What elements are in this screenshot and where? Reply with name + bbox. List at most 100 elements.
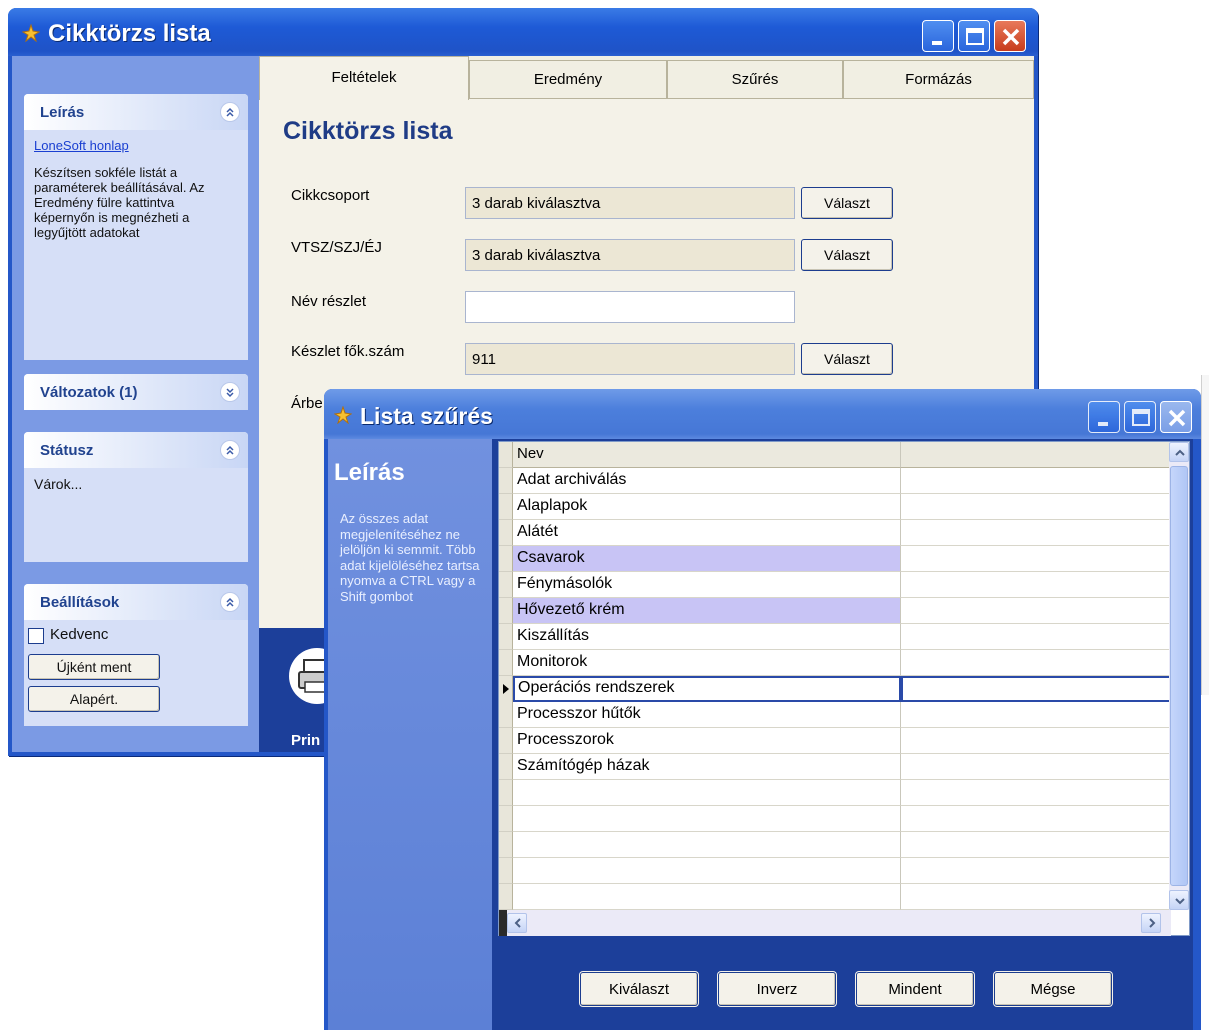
tab-szures[interactable]: Szűrés (667, 60, 843, 98)
save-new-button[interactable]: Újként ment (28, 654, 160, 680)
row-empty-cell[interactable] (901, 546, 1171, 572)
row-name-cell[interactable]: Processzorok (513, 728, 901, 754)
collapse-button[interactable] (220, 102, 240, 122)
horizontal-scrollbar[interactable] (499, 910, 1171, 936)
scroll-up-button[interactable] (1169, 442, 1189, 462)
default-button[interactable]: Alapért. (28, 686, 160, 712)
nev-reszlet-input[interactable] (465, 291, 795, 323)
row-name-cell[interactable]: Monitorok (513, 650, 901, 676)
maximize-button[interactable] (958, 20, 990, 52)
statusz-panel-title: Státusz (40, 442, 94, 459)
row-empty-cell (513, 780, 901, 806)
collapse-button[interactable] (220, 440, 240, 460)
row-name-cell[interactable]: Fénymásolók (513, 572, 901, 598)
scroll-right-button[interactable] (1141, 913, 1161, 933)
main-titlebar[interactable]: Cikktörzs lista (8, 8, 1038, 56)
statusz-panel-header[interactable]: Státusz (24, 432, 248, 468)
leiras-panel-header[interactable]: Leírás (24, 94, 248, 130)
cikkcsoport-field[interactable]: 3 darab kiválasztva (465, 187, 795, 219)
expand-button[interactable] (220, 382, 240, 402)
row-indicator[interactable] (499, 624, 513, 650)
row-empty-cell[interactable] (901, 598, 1171, 624)
keszlet-select-button[interactable]: Választ (801, 343, 893, 375)
row-indicator[interactable] (499, 650, 513, 676)
row-empty-cell[interactable] (901, 676, 1171, 702)
column-header-nev[interactable]: Nev (513, 442, 901, 468)
table-row-current[interactable]: Operációs rendszerek (499, 676, 1171, 702)
row-indicator[interactable] (499, 754, 513, 780)
megse-button[interactable]: Mégse (994, 972, 1112, 1006)
row-name-cell[interactable]: Hővezető krém (513, 598, 901, 624)
row-indicator[interactable] (499, 520, 513, 546)
row-empty-cell[interactable] (901, 494, 1171, 520)
scroll-down-button[interactable] (1169, 890, 1189, 910)
row-indicator[interactable] (499, 468, 513, 494)
collapse-icon (226, 597, 234, 607)
row-indicator[interactable] (499, 494, 513, 520)
tab-eredmeny[interactable]: Eredmény (469, 60, 667, 98)
scroll-left-button[interactable] (507, 913, 527, 933)
app-icon (22, 24, 40, 42)
row-name-cell[interactable]: Csavarok (513, 546, 901, 572)
kedvenc-checkbox[interactable] (28, 628, 44, 644)
minimize-icon (932, 41, 942, 45)
row-empty-cell[interactable] (901, 572, 1171, 598)
vtsz-field[interactable]: 3 darab kiválasztva (465, 239, 795, 271)
inverz-button[interactable]: Inverz (718, 972, 836, 1006)
cikkcsoport-select-button[interactable]: Választ (801, 187, 893, 219)
table-row[interactable]: Alátét (499, 520, 1171, 546)
table-row[interactable]: Alaplapok (499, 494, 1171, 520)
dialog-close-button[interactable] (1160, 401, 1192, 433)
row-name-cell[interactable]: Alátét (513, 520, 901, 546)
row-empty-cell[interactable] (901, 728, 1171, 754)
print-label: Prin (291, 732, 321, 749)
row-name-cell[interactable]: Adat archiválás (513, 468, 901, 494)
valtozatok-panel-header[interactable]: Változatok (1) (24, 374, 248, 410)
row-empty-cell[interactable] (901, 754, 1171, 780)
table-row[interactable]: Monitorok (499, 650, 1171, 676)
column-header-empty[interactable] (901, 442, 1171, 468)
table-row[interactable]: Adat archiválás (499, 468, 1171, 494)
vertical-scrollbar[interactable] (1169, 442, 1189, 910)
table-row[interactable]: Processzor hűtők (499, 702, 1171, 728)
table-row[interactable]: Kiszállítás (499, 624, 1171, 650)
row-indicator[interactable] (499, 728, 513, 754)
row-name-cell[interactable]: Alaplapok (513, 494, 901, 520)
tab-feltetelek[interactable]: Feltételek (259, 56, 469, 100)
row-indicator[interactable] (499, 702, 513, 728)
row-empty-cell[interactable] (901, 624, 1171, 650)
table-row[interactable]: Processzorok (499, 728, 1171, 754)
row-indicator[interactable] (499, 598, 513, 624)
row-name-cell[interactable]: Kiszállítás (513, 624, 901, 650)
row-indicator[interactable] (499, 546, 513, 572)
dialog-minimize-button[interactable] (1088, 401, 1120, 433)
table-row[interactable]: Fénymásolók (499, 572, 1171, 598)
filter-grid[interactable]: Nev Adat archiválás Alaplapok Alátét Csa… (498, 441, 1190, 936)
row-empty-cell[interactable] (901, 468, 1171, 494)
dialog-maximize-button[interactable] (1124, 401, 1156, 433)
lonesoft-link[interactable]: LoneSoft honlap (34, 138, 238, 153)
row-empty-cell (513, 884, 901, 910)
mindent-button[interactable]: Mindent (856, 972, 974, 1006)
collapse-button[interactable] (220, 592, 240, 612)
row-name-cell[interactable]: Számítógép házak (513, 754, 901, 780)
row-empty-cell[interactable] (901, 520, 1171, 546)
row-name-cell[interactable]: Operációs rendszerek (513, 676, 901, 702)
row-name-cell[interactable]: Processzor hűtők (513, 702, 901, 728)
minimize-button[interactable] (922, 20, 954, 52)
dialog-titlebar[interactable]: Lista szűrés (324, 389, 1201, 439)
row-empty-cell[interactable] (901, 650, 1171, 676)
keszlet-field[interactable]: 911 (465, 343, 795, 375)
scroll-thumb[interactable] (1170, 466, 1188, 886)
row-indicator[interactable] (499, 676, 513, 702)
row-indicator[interactable] (499, 572, 513, 598)
close-button[interactable] (994, 20, 1026, 52)
beallitasok-panel-header[interactable]: Beállítások (24, 584, 248, 620)
vtsz-select-button[interactable]: Választ (801, 239, 893, 271)
table-row-selected[interactable]: Hővezető krém (499, 598, 1171, 624)
table-row[interactable]: Számítógép házak (499, 754, 1171, 780)
tab-formazas[interactable]: Formázás (843, 60, 1034, 98)
row-empty-cell[interactable] (901, 702, 1171, 728)
table-row-selected[interactable]: Csavarok (499, 546, 1171, 572)
kivalaszt-button[interactable]: Kiválaszt (580, 972, 698, 1006)
